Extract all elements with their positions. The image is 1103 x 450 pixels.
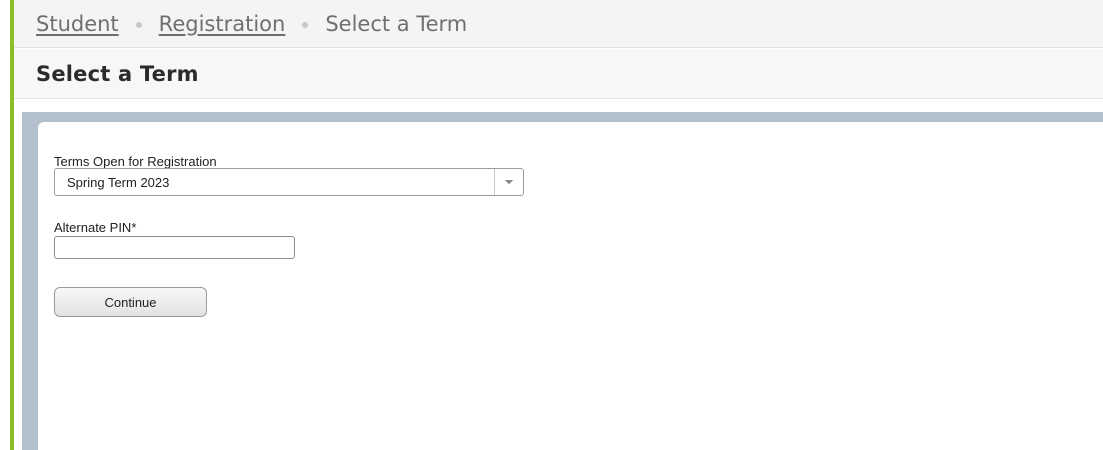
page-title: Select a Term	[36, 61, 199, 86]
breadcrumb-separator-dot	[302, 21, 309, 28]
breadcrumb: Student Registration Select a Term	[14, 0, 1103, 48]
term-select[interactable]: Spring Term 2023	[54, 168, 524, 196]
breadcrumb-separator-dot	[135, 21, 142, 28]
continue-button[interactable]: Continue	[54, 287, 207, 317]
chevron-down-icon	[504, 179, 514, 185]
breadcrumb-current: Select a Term	[325, 11, 468, 36]
breadcrumb-student-link[interactable]: Student	[36, 12, 119, 36]
select-term-page: Student Registration Select a Term Selec…	[0, 0, 1103, 450]
term-select-value: Spring Term 2023	[67, 174, 170, 190]
alternate-pin-label: Alternate PIN*	[54, 220, 137, 235]
term-select-label: Terms Open for Registration	[54, 154, 217, 169]
content-frame: Terms Open for Registration Spring Term …	[22, 112, 1103, 450]
term-selection-panel: Terms Open for Registration Spring Term …	[38, 122, 1103, 450]
term-select-toggle[interactable]	[494, 169, 523, 195]
breadcrumb-registration-link[interactable]: Registration	[159, 12, 286, 36]
page-header: Select a Term	[14, 49, 1103, 99]
alternate-pin-input[interactable]	[54, 236, 295, 259]
